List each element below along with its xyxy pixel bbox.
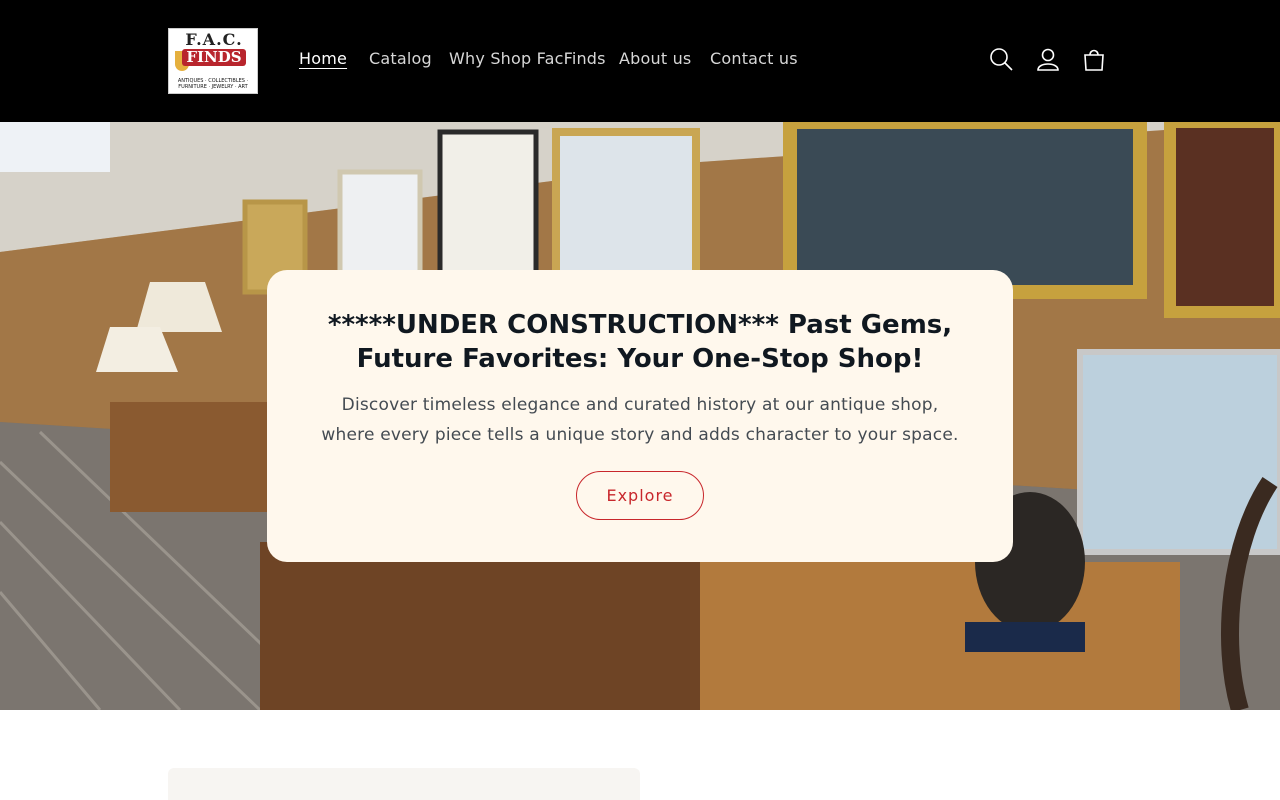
explore-button[interactable]: Explore: [576, 471, 704, 520]
logo-line1: F.A.C.: [185, 30, 243, 49]
account-icon[interactable]: [1035, 46, 1061, 78]
logo-text: F.A.C. FINDS: [173, 31, 255, 66]
logo-line2: FINDS: [182, 49, 246, 66]
hero-card: *****UNDER CONSTRUCTION*** Past Gems, Fu…: [267, 270, 1013, 562]
logo-tagline: ANTIQUES · COLLECTIBLES · FURNITURE · JE…: [177, 78, 249, 90]
search-icon[interactable]: [989, 46, 1015, 78]
hero-description: Discover timeless elegance and curated h…: [321, 395, 959, 445]
nav-home[interactable]: Home: [299, 49, 347, 68]
site-header: F.A.C. FINDS ANTIQUES · COLLECTIBLES · F…: [0, 0, 1280, 122]
logo[interactable]: F.A.C. FINDS ANTIQUES · COLLECTIBLES · F…: [168, 28, 258, 94]
cart-icon[interactable]: [1081, 46, 1107, 78]
hero-banner: *****UNDER CONSTRUCTION*** Past Gems, Fu…: [0, 122, 1280, 710]
nav-why-shop[interactable]: Why Shop FacFinds: [449, 49, 606, 68]
nav-contact[interactable]: Contact us: [710, 49, 798, 68]
nav-about[interactable]: About us: [619, 49, 691, 68]
nav-catalog[interactable]: Catalog: [369, 49, 432, 68]
featured-section-preview: [168, 768, 640, 800]
hero-title: *****UNDER CONSTRUCTION*** Past Gems, Fu…: [327, 310, 953, 374]
